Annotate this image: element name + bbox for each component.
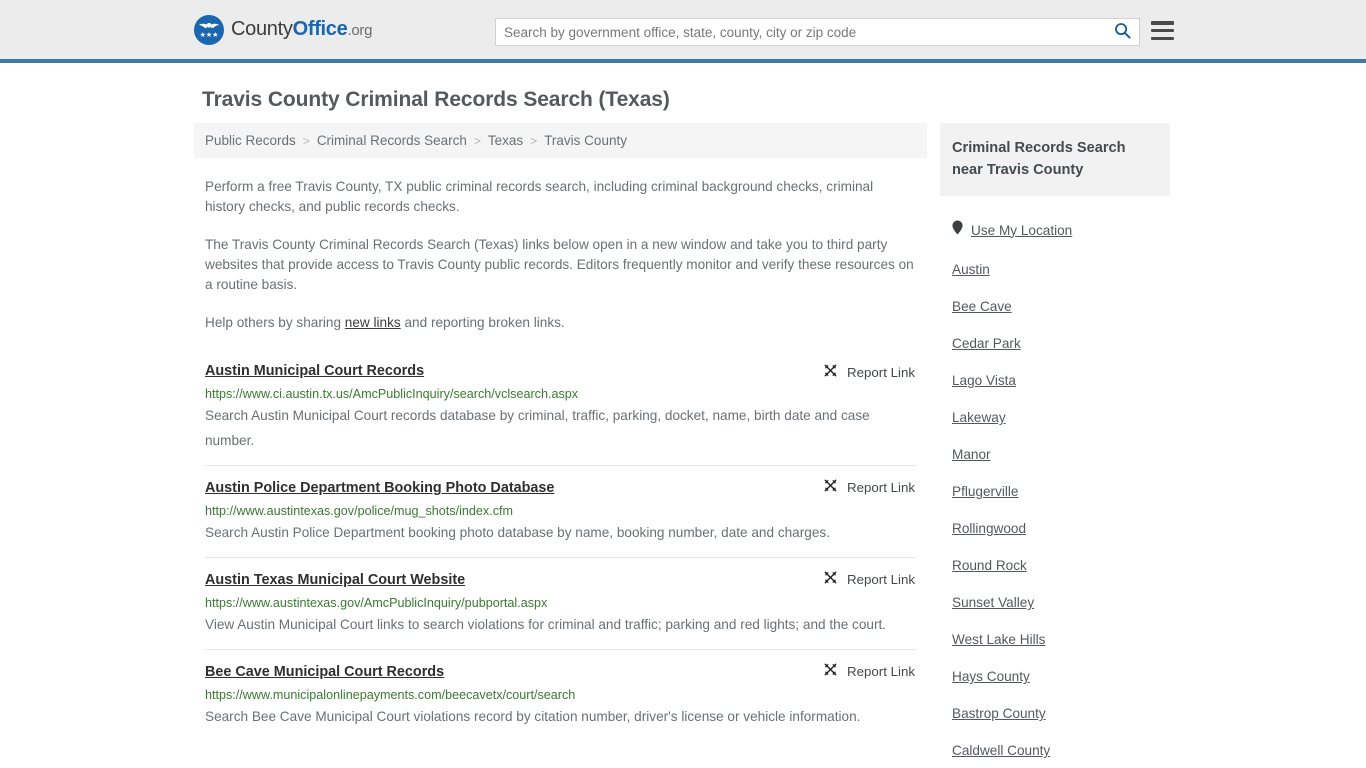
breadcrumb-item-public-records[interactable]: Public Records [205, 133, 296, 148]
search-button[interactable] [1105, 19, 1139, 45]
sidebar-item-rollingwood[interactable]: Rollingwood [952, 521, 1158, 536]
brand-part-county: County [231, 18, 293, 40]
result-item: Austin Municipal Court Records Report Li… [205, 351, 916, 465]
result-item: Austin Texas Municipal Court Website Rep… [205, 557, 916, 649]
report-link-button[interactable]: Report Link [823, 478, 915, 496]
breadcrumb-separator: > [473, 133, 481, 148]
brand-part-office: Office [292, 18, 348, 40]
result-url: https://www.ci.austin.tx.us/AmcPublicInq… [205, 387, 579, 401]
results-list: Austin Municipal Court Records Report Li… [194, 351, 927, 741]
stars-icon: ★★★ [199, 31, 219, 39]
sidebar-item-bee-cave[interactable]: Bee Cave [952, 299, 1158, 314]
eagle-shield-logo-icon: ★★★ [194, 14, 224, 45]
report-link-button[interactable]: Report Link [823, 363, 915, 381]
intro-paragraph-3: Help others by sharing new links and rep… [205, 313, 916, 333]
breadcrumb-item-texas[interactable]: Texas [488, 133, 523, 148]
sidebar-item-manor[interactable]: Manor [952, 447, 1158, 462]
search-icon [1114, 22, 1131, 42]
site-logo[interactable]: ★★★ CountyOffice.org [194, 14, 372, 45]
use-my-location-row[interactable]: Use My Location [952, 220, 1158, 240]
result-title-link[interactable]: Bee Cave Municipal Court Records [205, 663, 444, 681]
sidebar-item-round-rock[interactable]: Round Rock [952, 558, 1158, 573]
result-item: Bee Cave Municipal Court Records Report … [205, 649, 916, 741]
intro-p3-before: Help others by sharing [205, 315, 345, 330]
result-title-link[interactable]: Austin Texas Municipal Court Website [205, 571, 465, 589]
result-title-link[interactable]: Austin Police Department Booking Photo D… [205, 479, 554, 497]
use-my-location-link[interactable]: Use My Location [971, 223, 1072, 238]
sidebar-heading: Criminal Records Search near Travis Coun… [940, 123, 1170, 196]
result-url: http://www.austintexas.gov/police/mug_sh… [205, 504, 513, 518]
hamburger-menu-icon[interactable] [1151, 21, 1174, 40]
result-item: Austin Police Department Booking Photo D… [205, 465, 916, 557]
intro-paragraph-1: Perform a free Travis County, TX public … [205, 179, 874, 214]
location-pin-icon [952, 220, 963, 240]
site-header: ★★★ CountyOffice.org [0, 0, 1366, 63]
result-description: Search Bee Cave Municipal Court violatio… [205, 709, 861, 724]
result-description: View Austin Municipal Court links to sea… [205, 617, 887, 632]
sidebar-item-hays-county[interactable]: Hays County [952, 669, 1158, 684]
broken-link-icon [823, 570, 838, 588]
report-link-label: Report Link [847, 364, 915, 380]
broken-link-icon [823, 662, 838, 680]
result-url: https://www.municipalonlinepayments.com/… [205, 688, 576, 702]
search-input[interactable] [496, 19, 1105, 45]
sidebar-item-west-lake-hills[interactable]: West Lake Hills [952, 632, 1158, 647]
report-link-label: Report Link [847, 479, 915, 495]
sidebar-item-lakeway[interactable]: Lakeway [952, 410, 1158, 425]
sidebar: Criminal Records Search near Travis Coun… [940, 123, 1170, 768]
report-link-label: Report Link [847, 663, 915, 679]
result-title-link[interactable]: Austin Municipal Court Records [205, 362, 424, 380]
breadcrumb-item-criminal-records-search[interactable]: Criminal Records Search [317, 133, 467, 148]
sidebar-item-pflugerville[interactable]: Pflugerville [952, 484, 1158, 499]
sidebar-item-lago-vista[interactable]: Lago Vista [952, 373, 1158, 388]
result-description: Search Austin Municipal Court records da… [205, 408, 870, 448]
intro-text: Perform a free Travis County, TX public … [194, 177, 927, 333]
search-bar[interactable] [495, 18, 1140, 46]
main-column: Public Records > Criminal Records Search… [194, 123, 927, 741]
sidebar-item-sunset-valley[interactable]: Sunset Valley [952, 595, 1158, 610]
intro-paragraph-2: The Travis County Criminal Records Searc… [205, 237, 914, 292]
intro-p3-after: and reporting broken links. [400, 315, 565, 330]
page-title: Travis County Criminal Records Search (T… [202, 88, 670, 111]
breadcrumb-item-travis-county[interactable]: Travis County [544, 133, 627, 148]
sidebar-item-bastrop-county[interactable]: Bastrop County [952, 706, 1158, 721]
result-description: Search Austin Police Department booking … [205, 525, 830, 540]
broken-link-icon [823, 363, 838, 381]
sidebar-item-caldwell-county[interactable]: Caldwell County [952, 743, 1158, 758]
brand-text: CountyOffice.org [231, 18, 372, 41]
report-link-button[interactable]: Report Link [823, 662, 915, 680]
breadcrumb: Public Records > Criminal Records Search… [194, 123, 927, 158]
sidebar-item-cedar-park[interactable]: Cedar Park [952, 336, 1158, 351]
breadcrumb-separator: > [302, 133, 310, 148]
sidebar-links: Use My Location Austin Bee Cave Cedar Pa… [940, 220, 1170, 768]
sidebar-item-austin[interactable]: Austin [952, 262, 1158, 277]
report-link-label: Report Link [847, 571, 915, 587]
new-links-link[interactable]: new links [345, 315, 401, 330]
result-url: https://www.austintexas.gov/AmcPublicInq… [205, 596, 548, 610]
report-link-button[interactable]: Report Link [823, 570, 915, 588]
broken-link-icon [823, 478, 838, 496]
breadcrumb-separator: > [530, 133, 538, 148]
brand-part-org: .org [347, 22, 373, 39]
